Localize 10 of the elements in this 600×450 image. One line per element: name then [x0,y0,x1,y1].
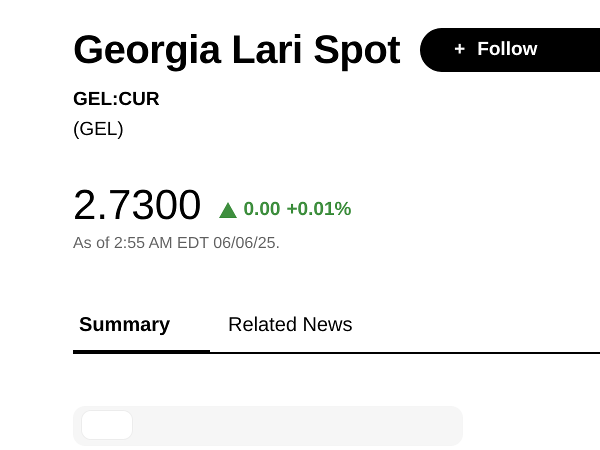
page-title: Georgia Lari Spot [73,27,400,74]
ticker-symbol: GEL:CUR [73,88,160,112]
price-change-percent: +0.01% [286,198,352,222]
follow-button[interactable]: + Follow [420,28,600,72]
timestamp: As of 2:55 AM EDT 06/06/25. [73,234,280,254]
tab[interactable]: Summary [73,310,210,354]
price-change: 0.00 [243,198,280,222]
currency-code: (GEL) [73,118,124,142]
price-value: 2.7300 [73,182,202,228]
tab[interactable]: Related News [222,310,359,354]
